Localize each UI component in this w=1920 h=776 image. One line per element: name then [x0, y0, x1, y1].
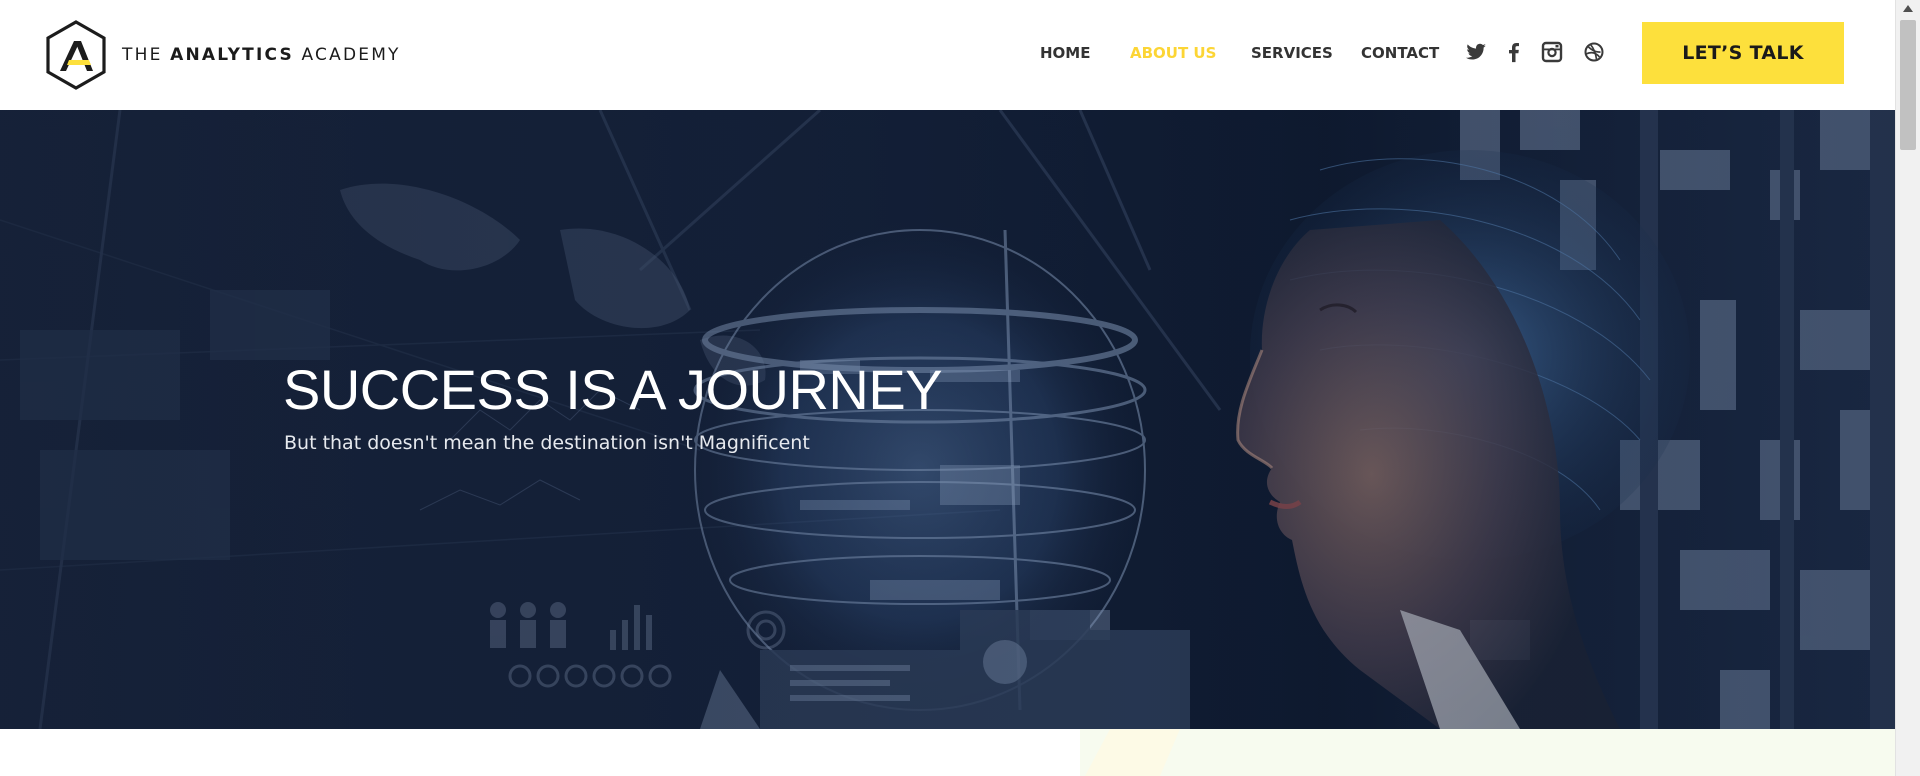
- brand-word-the: THE: [122, 45, 163, 65]
- section-decoration: [1080, 729, 1895, 776]
- site-header: THE ANALYTICS ACADEMY HOME ABOUT US SERV…: [0, 0, 1895, 110]
- brand-word-analytics: ANALYTICS: [170, 45, 294, 65]
- next-section: [0, 729, 1895, 776]
- brand-name: THE ANALYTICS ACADEMY: [122, 45, 401, 65]
- nav-contact[interactable]: CONTACT: [1361, 44, 1439, 62]
- facebook-icon[interactable]: [1502, 40, 1526, 64]
- brand-word-academy: ACADEMY: [301, 45, 401, 65]
- hexagon-logo-icon: [46, 20, 106, 90]
- hero-title: SUCCESS IS A JOURNEY: [283, 358, 943, 421]
- twitter-icon[interactable]: [1464, 40, 1488, 64]
- page-scrollbar[interactable]: [1895, 0, 1920, 776]
- instagram-icon[interactable]: [1540, 40, 1564, 64]
- hero-subtitle: But that doesn't mean the destination is…: [284, 432, 810, 454]
- dribbble-icon[interactable]: [1582, 40, 1606, 64]
- hero-banner: SUCCESS IS A JOURNEY But that doesn't me…: [0, 110, 1895, 729]
- nav-about-us[interactable]: ABOUT US: [1130, 44, 1216, 62]
- lets-talk-button[interactable]: LET’S TALK: [1642, 22, 1844, 84]
- brand-logo[interactable]: THE ANALYTICS ACADEMY: [44, 19, 401, 91]
- scroll-up-arrow-icon[interactable]: [1896, 0, 1920, 17]
- nav-home[interactable]: HOME: [1040, 44, 1090, 62]
- scrollbar-thumb[interactable]: [1900, 20, 1916, 150]
- nav-services[interactable]: SERVICES: [1251, 44, 1333, 62]
